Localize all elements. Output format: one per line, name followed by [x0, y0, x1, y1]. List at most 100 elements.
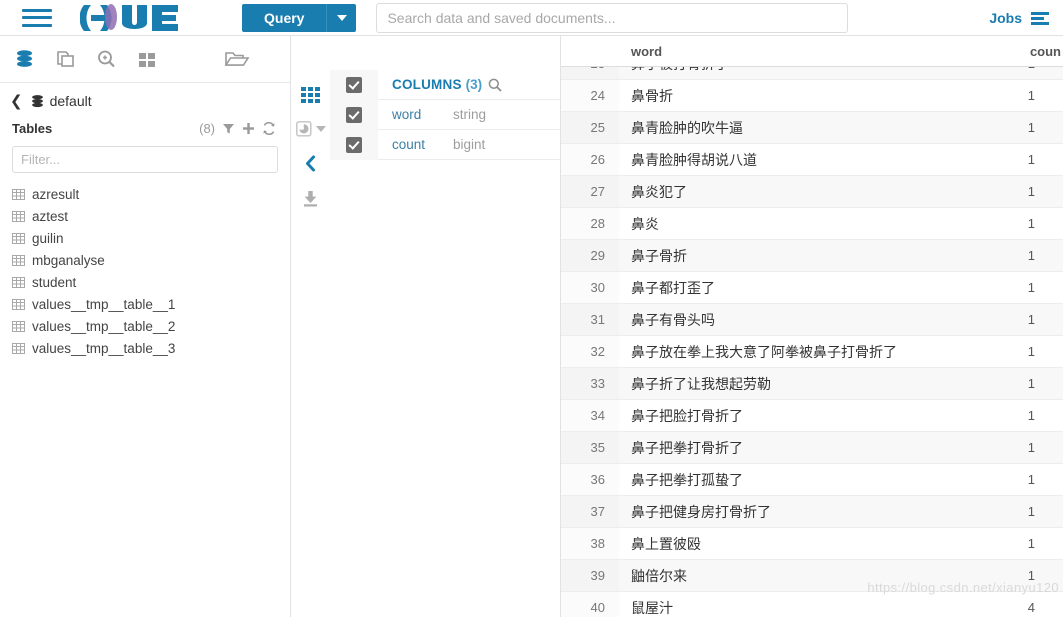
columns-select-all-checkbox[interactable]: [330, 70, 378, 100]
table-row[interactable]: 23 鼻子被打骨折了 1: [561, 67, 1063, 80]
collapse-left-icon[interactable]: [304, 155, 317, 172]
columns-header-row: COLUMNS (3): [330, 70, 560, 100]
chart-view-button[interactable]: [295, 121, 326, 137]
query-dropdown-caret[interactable]: [326, 3, 357, 32]
table-row-partial-top[interactable]: 23 鼻子被打骨折了 1: [561, 67, 1063, 80]
row-number: 39: [561, 560, 619, 591]
table-icon: [12, 298, 25, 311]
search-icon[interactable]: [488, 78, 502, 92]
table-row[interactable]: 32 鼻子放在拳上我大意了阿拳被鼻子打骨折了 1: [561, 336, 1063, 368]
jobs-list-icon[interactable]: [1031, 11, 1049, 25]
table-name: guilin: [32, 230, 64, 246]
column-name: count: [392, 137, 426, 152]
table-list-item[interactable]: student: [12, 271, 290, 293]
grid-results-icon[interactable]: [301, 87, 320, 103]
table-row[interactable]: 27 鼻炎犯了 1: [561, 176, 1063, 208]
row-number: 32: [561, 336, 619, 367]
row-number: 33: [561, 368, 619, 399]
column-checkbox[interactable]: [330, 100, 378, 130]
table-row[interactable]: 26 鼻青脸肿得胡说八道 1: [561, 144, 1063, 176]
cell-count: 1: [1027, 312, 1035, 327]
table-row[interactable]: 38 鼻上置彼殴 1: [561, 528, 1063, 560]
column-row-word[interactable]: word string: [330, 100, 560, 130]
hue-logo[interactable]: [80, 2, 190, 34]
refresh-icon[interactable]: [262, 122, 276, 135]
cell-word: 鼻子折了让我想起劳勒: [631, 375, 771, 392]
download-icon[interactable]: [302, 190, 319, 207]
table-list-item[interactable]: azresult: [12, 183, 290, 205]
database-breadcrumb: ❮ default: [0, 83, 290, 113]
column-checkbox[interactable]: [330, 130, 378, 160]
row-number: 40: [561, 592, 619, 617]
grid-apps-icon[interactable]: [137, 49, 158, 69]
cell-word: 鼻青脸肿的吹牛逼: [631, 119, 743, 136]
table-list-item[interactable]: values__tmp__table__3: [12, 337, 290, 359]
table-name: values__tmp__table__1: [32, 296, 176, 312]
tables-list: azresult aztest guilin mbganalyse studen…: [0, 183, 290, 359]
hue-logo-icon: [80, 3, 178, 31]
table-row[interactable]: 34 鼻子把脸打骨折了 1: [561, 400, 1063, 432]
jobs-link[interactable]: Jobs: [989, 10, 1022, 26]
cell-word: 鼻子把脸打骨折了: [631, 407, 743, 424]
cell-count: 1: [985, 67, 1063, 71]
table-row[interactable]: 36 鼻子把拳打孤蛰了 1: [561, 464, 1063, 496]
nav-right-group: Jobs: [989, 0, 1049, 36]
tables-filter-input[interactable]: [12, 146, 278, 173]
hamburger-menu-icon[interactable]: [22, 7, 52, 29]
cell-word: 鼬倍尔来: [631, 567, 687, 584]
table-list-item[interactable]: values__tmp__table__2: [12, 315, 290, 337]
row-number: 30: [561, 272, 619, 303]
column-row-count[interactable]: count bigint: [330, 130, 560, 160]
row-number: 34: [561, 400, 619, 431]
database-name[interactable]: default: [50, 93, 92, 109]
global-search-input[interactable]: [376, 2, 849, 33]
results-rows: 23 鼻子被打骨折了 1 24 鼻骨折 1 25 鼻青脸肿的吹牛逼 1 26 鼻…: [561, 67, 1063, 617]
checkbox-checked-icon: [346, 77, 362, 93]
table-row[interactable]: 29 鼻子骨折 1: [561, 240, 1063, 272]
table-name: aztest: [32, 208, 69, 224]
query-button[interactable]: Query: [242, 3, 327, 32]
results-header-word[interactable]: word: [619, 44, 985, 59]
table-row[interactable]: 37 鼻子把健身房打骨折了 1: [561, 496, 1063, 528]
search-plus-icon[interactable]: [96, 49, 117, 69]
cell-word: 鼻子被打骨折了: [619, 67, 985, 74]
table-row[interactable]: 31 鼻子有骨头吗 1: [561, 304, 1063, 336]
chevron-down-icon: [336, 14, 347, 21]
columns-title: COLUMNS: [392, 77, 462, 92]
table-row[interactable]: 30 鼻子都打歪了 1: [561, 272, 1063, 304]
table-row[interactable]: 33 鼻子折了让我想起劳勒 1: [561, 368, 1063, 400]
cell-count: 1: [1027, 216, 1035, 231]
table-row[interactable]: 28 鼻炎 1: [561, 208, 1063, 240]
table-list-item[interactable]: values__tmp__table__1: [12, 293, 290, 315]
table-list-item[interactable]: guilin: [12, 227, 290, 249]
chevron-left-icon[interactable]: ❮: [10, 94, 23, 109]
table-row[interactable]: 35 鼻子把拳打骨折了 1: [561, 432, 1063, 464]
hue-editor-page: Query Jobs: [0, 0, 1063, 617]
query-button-group: Query: [242, 3, 357, 32]
cell-word: 鼻青脸肿得胡说八道: [631, 151, 757, 168]
documents-icon[interactable]: [55, 49, 76, 69]
cell-count: 1: [1027, 568, 1035, 583]
open-folder-icon[interactable]: [224, 48, 250, 70]
table-row[interactable]: 24 鼻骨折 1: [561, 80, 1063, 112]
table-name: student: [32, 274, 77, 290]
cell-word: 鼻子把拳打骨折了: [631, 439, 743, 456]
table-list-item[interactable]: mbganalyse: [12, 249, 290, 271]
tables-header-actions: (8): [199, 121, 276, 136]
table-row[interactable]: 25 鼻青脸肿的吹牛逼 1: [561, 112, 1063, 144]
table-icon: [12, 276, 25, 289]
row-number: 25: [561, 112, 619, 143]
results-header-count[interactable]: coun: [985, 44, 1063, 59]
row-number: 24: [561, 80, 619, 111]
column-type: bigint: [453, 137, 486, 152]
table-list-item[interactable]: aztest: [12, 205, 290, 227]
table-row[interactable]: 40 鼠屋汁 4: [561, 592, 1063, 617]
database-icon[interactable]: [14, 49, 35, 69]
filter-funnel-icon[interactable]: [222, 122, 235, 135]
plus-icon[interactable]: [242, 122, 255, 135]
table-icon: [12, 188, 25, 201]
row-number: 28: [561, 208, 619, 239]
table-row[interactable]: 39 鼬倍尔来 1: [561, 560, 1063, 592]
assist-panel: ❮ default Tables (8) Filter... azresult …: [0, 36, 291, 617]
result-view-rail: [291, 36, 330, 617]
